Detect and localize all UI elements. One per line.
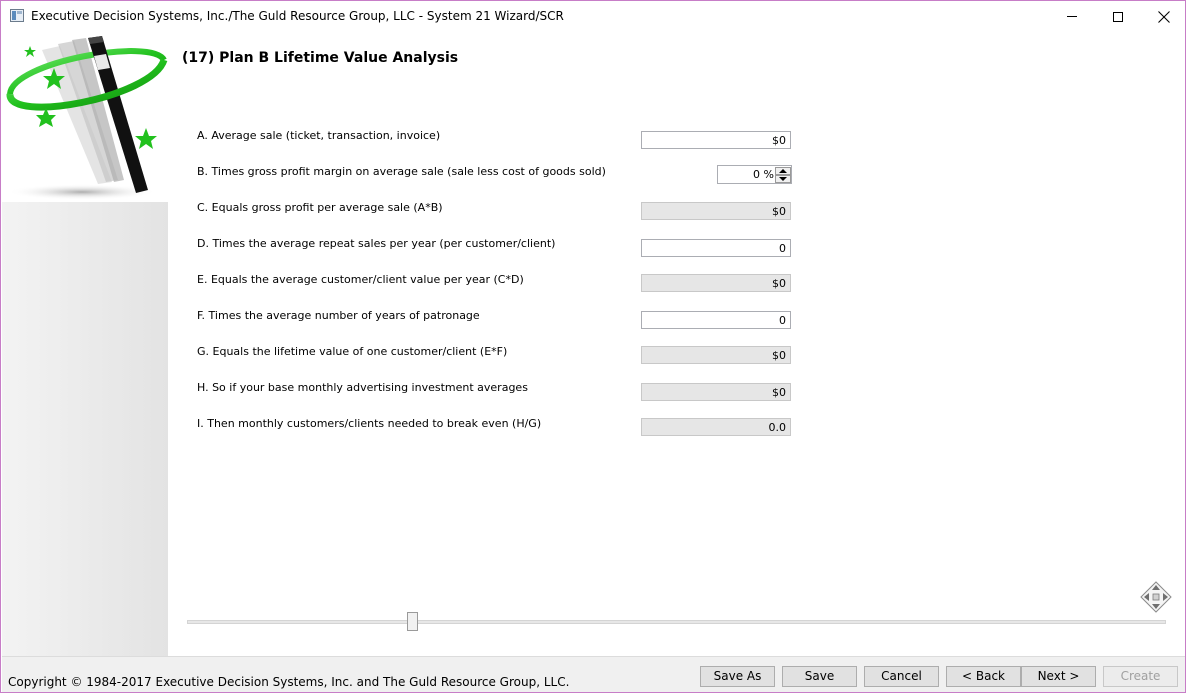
lifetime-value-field: $0	[641, 346, 791, 364]
navigation-slider-thumb[interactable]	[407, 612, 418, 631]
average-sale-input[interactable]: $0	[641, 131, 791, 149]
app-icon	[10, 9, 24, 22]
back-button[interactable]: < Back	[946, 666, 1021, 687]
label-advertising-investment: H. So if your base monthly advertising i…	[197, 381, 528, 394]
label-years-patronage: F. Times the average number of years of …	[197, 309, 480, 322]
copyright-text: Copyright © 1984-2017 Executive Decision…	[8, 675, 570, 689]
save-button[interactable]: Save	[782, 666, 857, 687]
next-button[interactable]: Next >	[1021, 666, 1096, 687]
cancel-button[interactable]: Cancel	[864, 666, 939, 687]
label-break-even: I. Then monthly customers/clients needed…	[197, 417, 542, 430]
gross-margin-value[interactable]: 0 %	[718, 168, 774, 181]
wizard-banner	[2, 32, 168, 656]
create-button: Create	[1103, 666, 1178, 687]
close-button[interactable]	[1141, 1, 1185, 32]
customer-value-year-field: $0	[641, 274, 791, 292]
minimize-icon	[1067, 16, 1077, 17]
label-average-sale: A. Average sale (ticket, transaction, in…	[197, 129, 441, 142]
advertising-investment-field: $0	[641, 383, 791, 401]
label-customer-value-year: E. Equals the average customer/client va…	[197, 273, 524, 286]
spin-down-button[interactable]	[775, 175, 791, 183]
arrow-up-icon	[779, 169, 787, 173]
spin-up-button[interactable]	[775, 167, 791, 175]
window-title: Executive Decision Systems, Inc./The Gul…	[31, 9, 564, 23]
label-lifetime-value: G. Equals the lifetime value of one cust…	[197, 345, 508, 358]
gross-margin-spinner[interactable]: 0 %	[717, 165, 792, 184]
maximize-icon	[1113, 11, 1123, 22]
break-even-field: 0.0	[641, 418, 791, 436]
repeat-sales-input[interactable]: 0	[641, 239, 791, 257]
minimize-button[interactable]	[1049, 1, 1095, 32]
navigation-slider-track[interactable]	[187, 620, 1166, 624]
label-repeat-sales: D. Times the average repeat sales per ye…	[197, 237, 556, 250]
title-bar: Executive Decision Systems, Inc./The Gul…	[1, 1, 1185, 32]
close-icon	[1158, 10, 1170, 23]
label-gross-margin: B. Times gross profit margin on average …	[197, 165, 606, 178]
gross-profit-field: $0	[641, 202, 791, 220]
maximize-button[interactable]	[1095, 1, 1141, 32]
magic-wand-icon	[2, 32, 168, 202]
page-title: (17) Plan B Lifetime Value Analysis	[182, 50, 459, 66]
move-arrows-icon[interactable]	[1140, 581, 1172, 613]
arrow-down-icon	[779, 177, 787, 181]
footer-bar: Copyright © 1984-2017 Executive Decision…	[2, 656, 1185, 692]
years-patronage-input[interactable]: 0	[641, 311, 791, 329]
label-gross-profit: C. Equals gross profit per average sale …	[197, 201, 443, 214]
save-as-button[interactable]: Save As	[700, 666, 775, 687]
wizard-window: Executive Decision Systems, Inc./The Gul…	[0, 0, 1186, 693]
